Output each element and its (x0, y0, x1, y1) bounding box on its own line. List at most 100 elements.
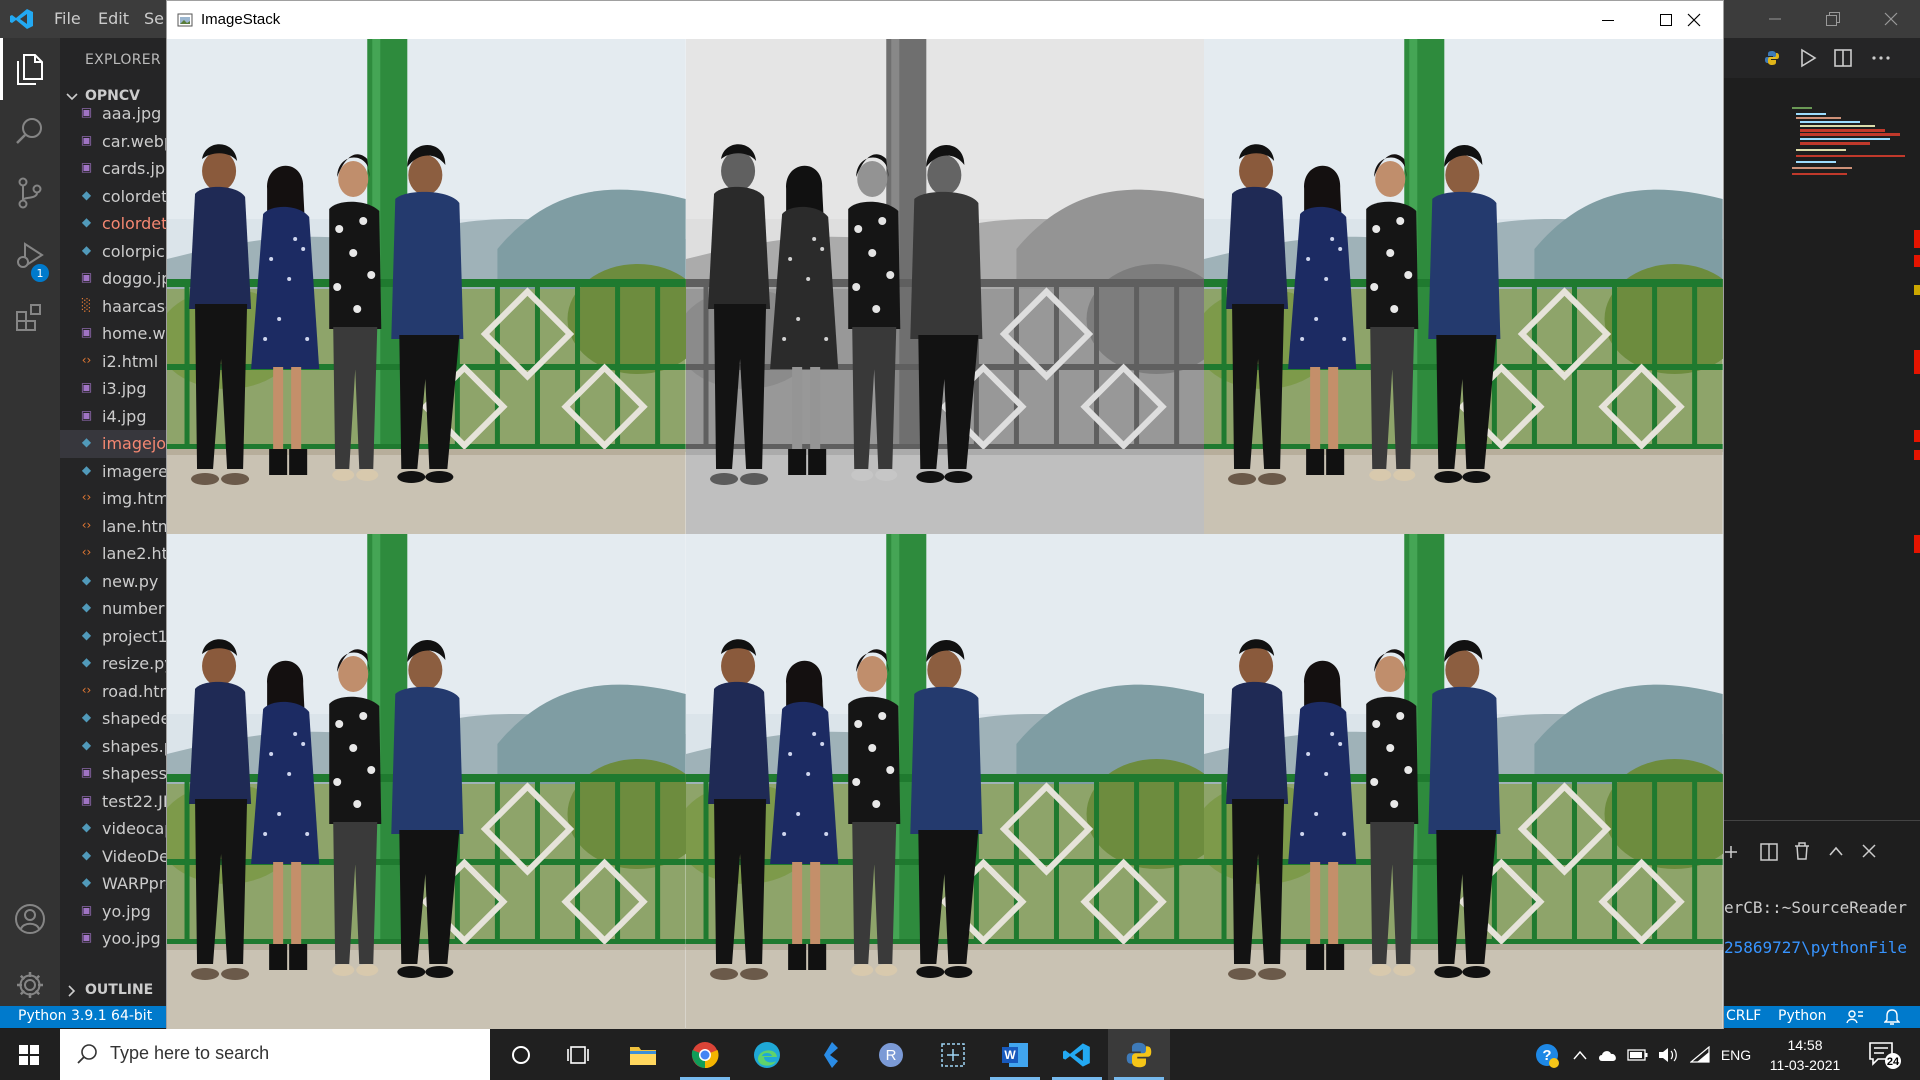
file-name: yo.jpg (102, 901, 151, 921)
maximize-panel-icon[interactable] (1828, 845, 1844, 857)
html-file-icon: ‹› (81, 545, 92, 559)
menu-edit[interactable]: Edit (98, 9, 129, 28)
file-item[interactable]: ‹› i2.html (60, 348, 166, 376)
new-terminal-icon[interactable] (1724, 845, 1738, 859)
imagestack-minimize-button[interactable] (1579, 1, 1637, 39)
python-icon[interactable] (1108, 1029, 1170, 1080)
file-item[interactable]: ◆ resize.py (60, 650, 166, 678)
python-run-icon[interactable] (1764, 50, 1780, 66)
file-item[interactable]: ▣ doggo.jpg (60, 265, 166, 293)
vscode-close-button[interactable] (1862, 0, 1920, 38)
clock-time: 14:58 (1787, 1037, 1823, 1053)
file-item[interactable]: ▣ test22.JP (60, 788, 166, 816)
file-item[interactable]: ◆ imagejoi (60, 430, 166, 458)
file-item[interactable]: ◆ videocap (60, 815, 166, 843)
vscode-icon[interactable] (1046, 1029, 1108, 1080)
file-item[interactable]: ◆ colorpick (60, 238, 166, 266)
file-name: colordete (102, 186, 166, 206)
file-item[interactable]: ▣ yo.jpg (60, 898, 166, 926)
file-item[interactable]: ▣ home.we (60, 320, 166, 348)
file-name: cards.jpg (102, 159, 166, 178)
battery-icon[interactable] (1624, 1029, 1652, 1080)
file-item[interactable]: ▣ yoo.jpg (60, 925, 166, 953)
file-item[interactable]: ▣ car.webp (60, 128, 166, 156)
file-item[interactable]: ▣ aaa.jpg (60, 100, 166, 128)
show-hidden-icons-icon[interactable] (1568, 1029, 1592, 1080)
file-item[interactable]: ◆ VideoDe (60, 843, 166, 871)
file-item[interactable]: ◆ shapede (60, 705, 166, 733)
file-item[interactable]: ◆ shapes.p (60, 733, 166, 761)
close-panel-icon[interactable] (1862, 844, 1876, 858)
file-item[interactable]: ‹› lane.htm (60, 513, 166, 541)
volume-icon[interactable] (1654, 1029, 1682, 1080)
wifi-icon[interactable] (1686, 1029, 1714, 1080)
imagestack-window: ImageStack (166, 0, 1724, 1029)
search-placeholder: Type here to search (110, 1043, 270, 1063)
explorer-icon[interactable] (13, 52, 47, 86)
menu-file[interactable]: File (54, 9, 81, 28)
snipping-icon[interactable] (922, 1029, 984, 1080)
imagestack-close-button[interactable] (1665, 1, 1723, 39)
file-item[interactable]: ◆ project1. (60, 623, 166, 651)
file-item[interactable]: ◆ WARPpre (60, 870, 166, 898)
more-actions-icon[interactable] (1872, 56, 1890, 60)
file-item[interactable]: ▣ shapess. (60, 760, 166, 788)
file-item[interactable]: ‹› lane2.htr (60, 540, 166, 568)
vscode-restore-button[interactable] (1804, 0, 1862, 38)
python-interpreter-status[interactable]: Python 3.9.1 64-bit (18, 1008, 152, 1024)
file-item[interactable]: ‹› road.htm (60, 678, 166, 706)
vscode-minimize-button[interactable] (1746, 0, 1804, 38)
edge-icon[interactable] (736, 1029, 798, 1080)
minimap[interactable] (1790, 105, 1906, 205)
chrome-icon[interactable] (674, 1029, 736, 1080)
python-file-icon: ◆ (81, 847, 92, 862)
file-item[interactable]: ◆ colordete (60, 183, 166, 211)
file-item[interactable]: ◆ new.py (60, 568, 166, 596)
eol-status[interactable]: CRLF (1726, 1008, 1761, 1024)
account-icon[interactable] (13, 902, 47, 936)
file-list: ▣ aaa.jpg ▣ car.webp ▣ cards.jpg ◆ colordete ◆ co… (60, 100, 166, 953)
notification-bell-icon[interactable] (1884, 1008, 1900, 1026)
file-item[interactable]: ░ haarcasc (60, 293, 166, 321)
trash-icon[interactable] (1794, 842, 1810, 860)
help-icon[interactable]: ? (1530, 1029, 1564, 1080)
extensions-icon[interactable] (13, 300, 47, 334)
feedback-icon[interactable] (1846, 1009, 1864, 1025)
visual-studio-icon[interactable] (798, 1029, 860, 1080)
xml-file-icon: ░ (81, 297, 92, 312)
outline-section[interactable]: OUTLINE (60, 978, 166, 1004)
cortana-icon[interactable] (490, 1029, 552, 1080)
file-name: shapes.p (102, 736, 166, 756)
split-editor-icon[interactable] (1834, 49, 1852, 67)
search-icon[interactable] (13, 114, 47, 148)
imagestack-titlebar[interactable]: ImageStack (167, 1, 1723, 39)
file-item[interactable]: ‹› img.html (60, 485, 166, 513)
task-view-icon[interactable] (548, 1029, 610, 1080)
input-language[interactable]: ENG (1718, 1029, 1754, 1080)
menu-selection[interactable]: Se (144, 9, 164, 28)
file-item[interactable]: ◆ numberF (60, 595, 166, 623)
onedrive-cloud-icon[interactable] (1594, 1029, 1622, 1080)
stacked-image-grayscale (685, 39, 1205, 534)
run-icon[interactable] (1799, 48, 1817, 68)
python-file-icon: ◆ (81, 820, 92, 834)
r-icon[interactable]: R (860, 1029, 922, 1080)
word-icon[interactable]: W (984, 1029, 1046, 1080)
file-item[interactable]: ▣ i3.jpg (60, 375, 166, 403)
file-item[interactable]: ▣ cards.jpg (60, 155, 166, 183)
taskbar-search-box[interactable]: Type here to search (60, 1029, 490, 1080)
split-terminal-icon[interactable] (1760, 843, 1778, 861)
file-item[interactable]: ◆ imagerea (60, 458, 166, 486)
source-control-icon[interactable] (13, 176, 47, 210)
file-item[interactable]: ▣ i4.jpg (60, 403, 166, 431)
file-item[interactable]: ◆ colordete (60, 210, 166, 238)
language-status[interactable]: Python (1778, 1008, 1827, 1024)
taskbar-clock[interactable]: 14:58 11-03-2021 (1765, 1035, 1845, 1075)
file-name: videocap (102, 819, 166, 838)
file-explorer-icon[interactable] (612, 1029, 674, 1080)
window-app-icon (177, 13, 193, 27)
settings-gear-icon[interactable] (13, 968, 47, 1002)
file-name: haarcasc (102, 296, 166, 316)
notification-center-icon[interactable]: 24 (1860, 1029, 1910, 1080)
start-button[interactable] (0, 1029, 58, 1080)
